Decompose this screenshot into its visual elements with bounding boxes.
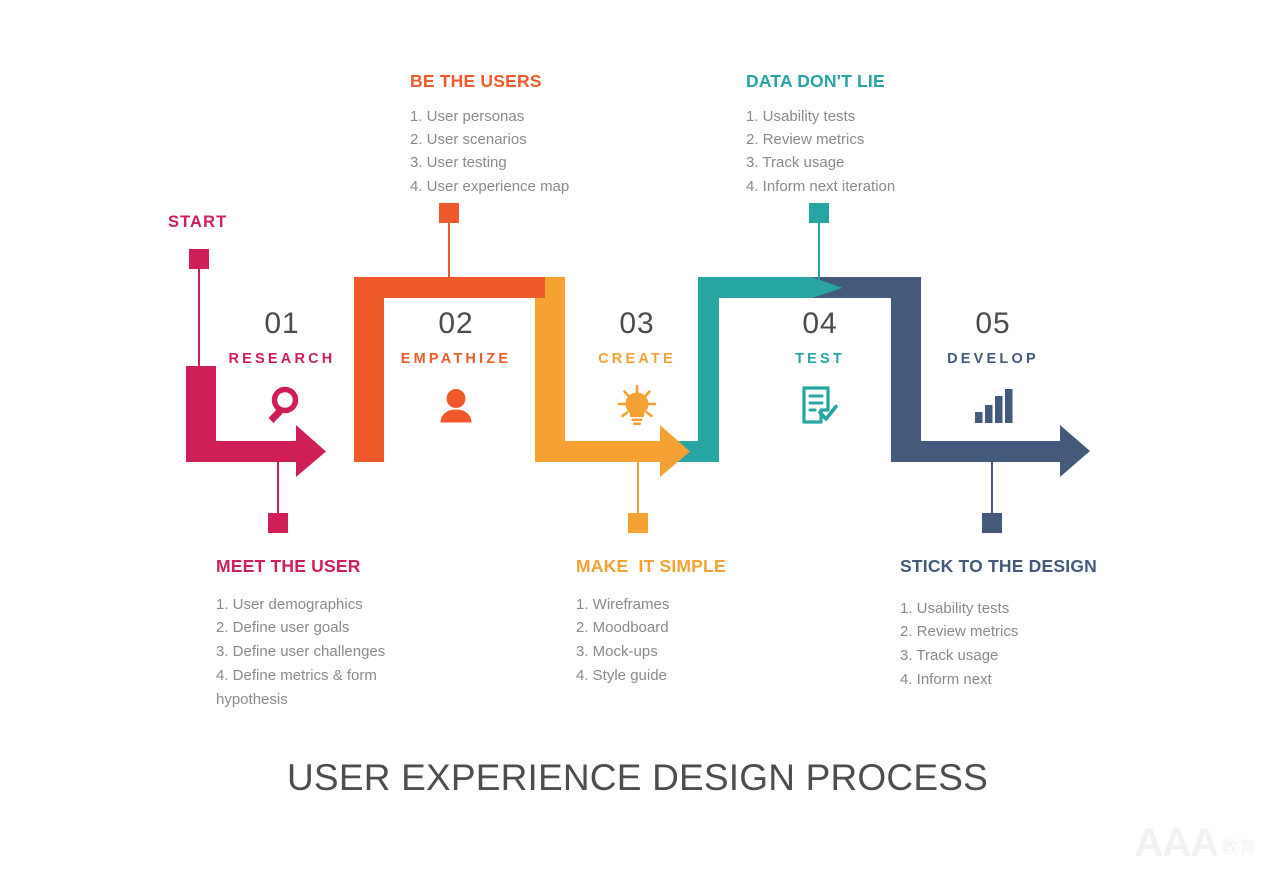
callout-stick-to-the-design: STICK TO THE DESIGN 1. Usability tests 2… [900,556,1097,692]
step-label: CREATE [598,351,676,367]
callout-list: 1. Usability tests 2. Review metrics 3. … [746,105,895,199]
callout-list: 1. Usability tests 2. Review metrics 3. … [900,597,1097,692]
magnifier-icon [187,383,377,429]
step-label: RESEARCH [228,351,336,367]
list-item: 4. User experience map [410,177,570,195]
list-item: 2. Review metrics [900,623,1019,641]
callout-data-dont-lie: DATA DON'T LIE 1. Usability tests 2. Rev… [746,71,895,199]
list-item: 1. User personas [410,107,525,125]
list-item: 2. User scenarios [410,130,527,148]
step-label: TEST [795,351,845,367]
teal-arrowhead [800,277,842,298]
orange-arrowhead [440,277,472,298]
callout-make-it-simple: MAKE IT SIMPLE 1. Wireframes 2. Moodboar… [576,556,726,688]
user-icon [361,383,551,429]
step-number: 02 [438,307,474,340]
step-number: 01 [264,307,300,340]
connector-be-the-users [439,203,459,280]
step-number: 04 [802,307,838,340]
step-label: DEVELOP [947,351,1039,367]
connector-make-it-simple [628,462,648,533]
list-item: 2. Review metrics [746,130,865,148]
checklist-icon [725,383,915,429]
list-item: 4. Inform next iteration [746,177,896,195]
connector-meet-the-user [268,462,288,533]
watermark-letters: AAA [1134,821,1219,865]
list-item: 3. Track usage [746,154,845,172]
callout-be-the-users: BE THE USERS 1. User personas 2. User sc… [410,71,569,199]
step-01-research[interactable]: 01 RESEARCH [187,309,377,429]
step-number: 05 [975,307,1011,340]
step-02-empathize[interactable]: 02 EMPATHIZE [361,309,551,429]
callout-title: DATA DON'T LIE [746,71,885,91]
callout-list: 1. User demographics 2. Define user goal… [216,593,385,712]
list-item: 3. Define user challenges [216,643,386,661]
list-item: 4. Style guide [576,666,667,684]
page-title: USER EXPERIENCE DESIGN PROCESS [287,757,988,798]
watermark: AAA 教育 [1134,821,1257,865]
callout-title: BE THE USERS [410,71,542,91]
list-item: hypothesis [216,690,288,708]
step-number: 03 [619,307,655,340]
callout-list: 1. User personas 2. User scenarios 3. Us… [410,105,569,199]
connector-stick-to-the-design [982,462,1002,533]
watermark-suffix: 教育 [1221,838,1257,857]
list-item: 1. Wireframes [576,595,670,613]
list-item: 4. Define metrics & form [216,666,377,684]
list-item: 1. Usability tests [746,107,856,125]
step-05-develop[interactable]: 05 DEVELOP [898,309,1088,429]
callout-title: STICK TO THE DESIGN [900,556,1097,576]
callout-title: MEET THE USER [216,556,361,576]
list-item: 3. Track usage [900,647,999,665]
step-03-create[interactable]: 03 CREATE [542,309,732,429]
list-item: 3. User testing [410,154,507,172]
list-item: 2. Define user goals [216,619,350,637]
callout-meet-the-user: MEET THE USER 1. User demographics 2. De… [216,556,385,712]
connector-data-dont-lie [809,203,829,280]
step-label: EMPATHIZE [400,351,512,367]
list-item: 4. Inform next [900,670,992,688]
list-item: 1. User demographics [216,595,363,613]
step-04-test[interactable]: 04 TEST [725,309,915,429]
list-item: 3. Mock-ups [576,643,658,661]
lightbulb-icon [542,383,732,429]
bar-chart-icon [898,383,1088,429]
start-label: START [168,213,228,231]
process-flow-diagram [186,203,1090,533]
callout-list: 1. Wireframes 2. Moodboard 3. Mock-ups 4… [576,593,726,688]
infographic-canvas: START 01 RESEARCH 02 EMPATHIZE 03 CREATE [0,0,1275,872]
list-item: 1. Usability tests [900,599,1010,617]
callout-title: MAKE IT SIMPLE [576,556,726,576]
list-item: 2. Moodboard [576,619,669,637]
